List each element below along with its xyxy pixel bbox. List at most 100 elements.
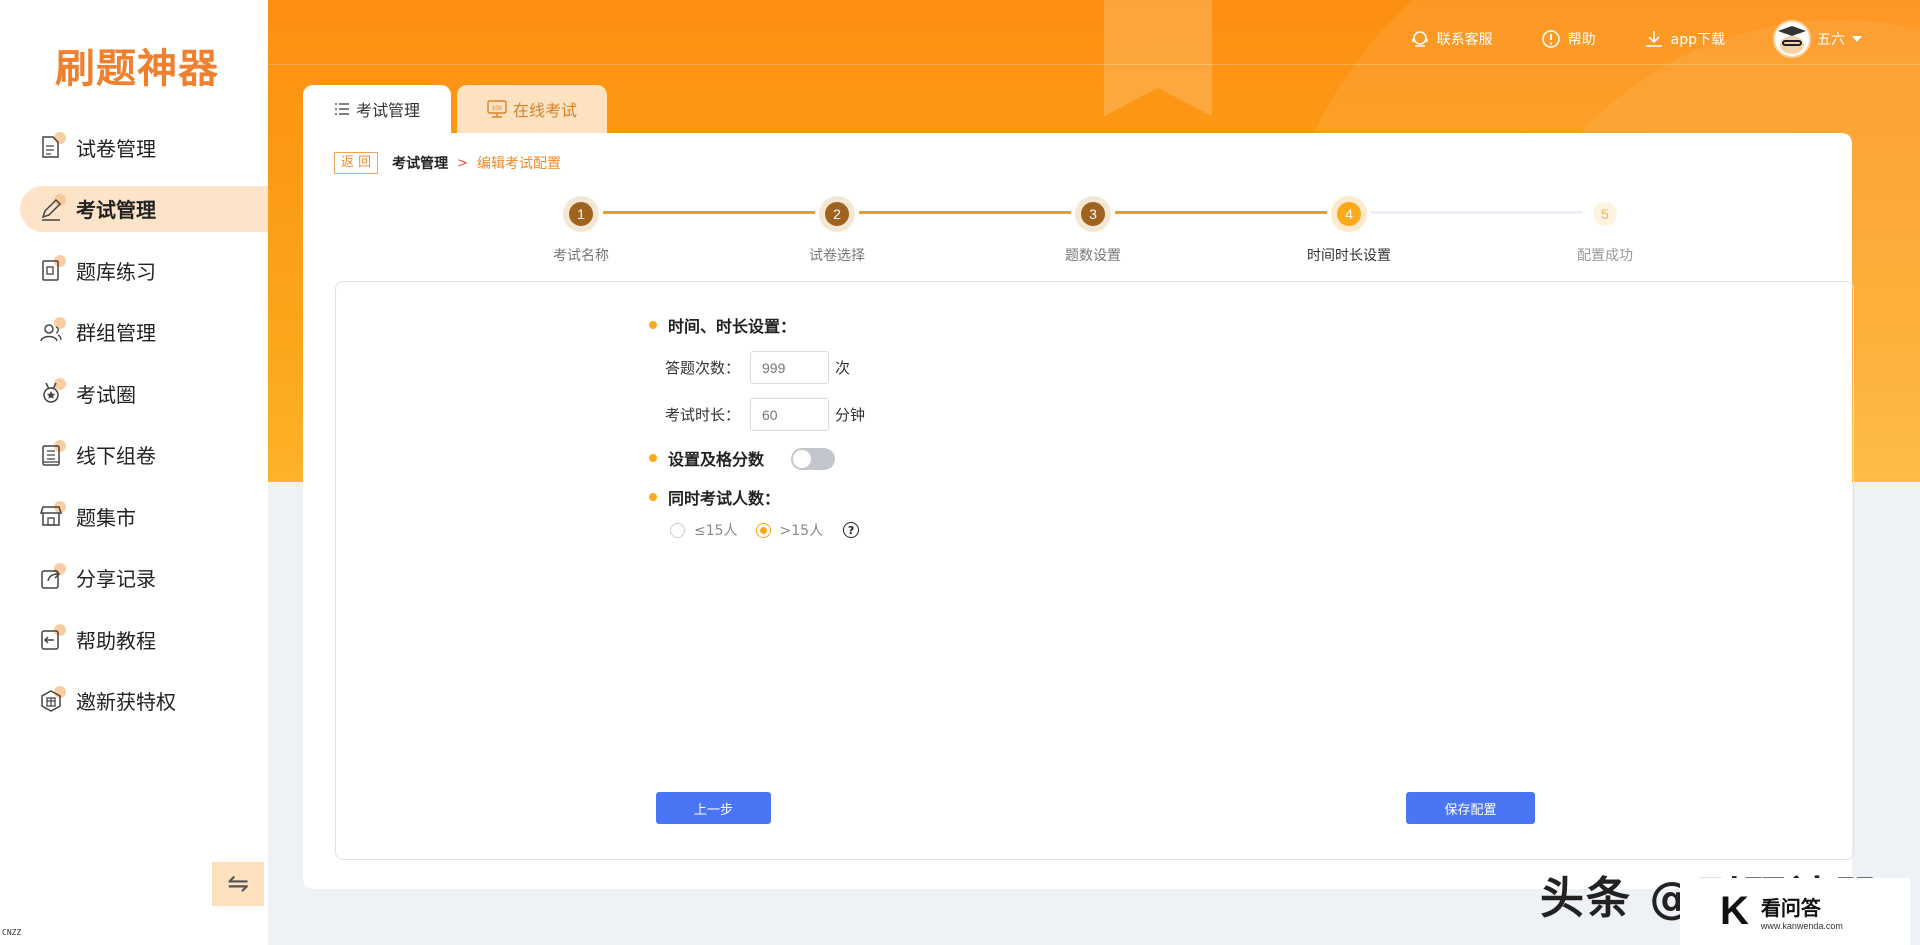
list-icon: [334, 103, 349, 115]
sidebar-item-8[interactable]: 分享记录: [0, 555, 268, 601]
concurrent-radio-group: ≤15人 >15人 ?: [670, 520, 860, 540]
contact-service-link[interactable]: 联系客服: [1410, 29, 1493, 49]
kanwenda-logo-icon: K: [1720, 889, 1749, 933]
bullet-dot: [649, 454, 657, 462]
radio-small-label: ≤15人: [694, 523, 738, 539]
question-icon[interactable]: ?: [843, 522, 860, 538]
collapse-icon: ⇋: [227, 869, 249, 899]
group-icon: [38, 316, 66, 345]
time-section-title: 时间、时长设置：: [649, 313, 796, 337]
sidebar-item-10[interactable]: 邀新获特权: [0, 678, 268, 724]
kanwenda-watermark: K 看问答 www.kanwenda.com: [1680, 878, 1910, 945]
sidebar-item-label: 题库练习: [76, 259, 156, 284]
download-icon: [1645, 31, 1662, 47]
chevron-down-icon: [1852, 36, 1862, 42]
step-connector: [1115, 211, 1327, 214]
pencil-icon: [38, 193, 66, 222]
radio-small[interactable]: ≤15人: [670, 520, 738, 540]
step-connector: [603, 211, 815, 214]
decor-ribbon: [1104, 0, 1212, 116]
config-form: 时间、时长设置： 答题次数： 次 考试时长： 分钟 设置及格分数 同时考试人数：…: [335, 281, 1854, 860]
share-icon: [38, 562, 66, 591]
step-5-circle: 5: [1587, 196, 1623, 232]
save-config-button[interactable]: 保存配置: [1406, 792, 1535, 824]
time-section-label: 时间、时长设置：: [668, 317, 797, 336]
bullet-dot: [649, 493, 657, 501]
breadcrumb: 返 回 考试管理 > 编辑考试配置: [334, 152, 561, 174]
tab-online-exam[interactable]: 100 在线考试: [457, 85, 607, 133]
sidebar-item-5[interactable]: 考试圈: [0, 370, 268, 416]
breadcrumb-current-page: 编辑考试配置: [477, 156, 562, 172]
attempts-input[interactable]: [750, 351, 829, 384]
back-button[interactable]: 返 回: [334, 152, 379, 174]
sidebar-item-1[interactable]: 试卷管理: [0, 124, 268, 170]
exclamation-icon: [1541, 30, 1560, 48]
step-number: 3: [1081, 202, 1105, 226]
step-2-label: 试卷选择: [809, 248, 865, 264]
sidebar-item-4[interactable]: 群组管理: [0, 309, 268, 355]
previous-step-button[interactable]: 上一步: [656, 792, 771, 824]
help-tutorial-icon: [38, 624, 66, 652]
sidebar: 刷题神器 试卷管理考试管理题库练习群组管理考试圈线下组卷题集市分享记录帮助教程邀…: [0, 0, 268, 945]
step-1-circle: 1: [563, 196, 599, 232]
book-icon: [38, 439, 66, 468]
sidebar-item-label: 分享记录: [76, 567, 156, 591]
pass-score-toggle[interactable]: [791, 448, 835, 470]
radio-large[interactable]: >15人: [755, 520, 824, 540]
step-4-label: 时间时长设置: [1307, 248, 1391, 264]
sidebar-nav: 试卷管理考试管理题库练习群组管理考试圈线下组卷题集市分享记录帮助教程邀新获特权: [0, 124, 268, 739]
store-icon: [38, 501, 66, 529]
step-4-circle: 4: [1331, 196, 1367, 232]
step-3-label: 题数设置: [1065, 248, 1121, 264]
gift-icon: [38, 685, 66, 714]
step-number: 4: [1337, 202, 1361, 226]
step-number: 5: [1593, 202, 1617, 226]
sidebar-item-label: 邀新获特权: [76, 690, 176, 714]
duration-label: 考试时长：: [665, 406, 741, 424]
step-3-circle: 3: [1075, 196, 1111, 232]
top-actions: 联系客服 帮助 app下载 五六: [1362, 20, 1870, 58]
kanwenda-url: www.kanwenda.com: [1760, 921, 1843, 931]
app-download-link[interactable]: app下载: [1644, 29, 1725, 49]
tab-exam-manage-label: 考试管理: [355, 101, 420, 120]
step-number: 2: [825, 202, 849, 226]
attempts-label: 答题次数：: [665, 359, 741, 377]
sidebar-item-label: 考试管理: [76, 198, 156, 222]
monitor-icon: 100: [487, 100, 507, 118]
help-label: 帮助: [1567, 32, 1596, 48]
user-menu[interactable]: 五六: [1773, 20, 1870, 58]
sidebar-item-2[interactable]: 考试管理: [20, 185, 268, 232]
help-link[interactable]: 帮助: [1541, 29, 1596, 49]
concurrent-section-title: 同时考试人数：: [649, 485, 780, 509]
duration-input[interactable]: [750, 398, 829, 431]
duration-unit: 分钟: [835, 406, 866, 424]
cnzz-badge[interactable]: CNZZ: [2, 928, 21, 937]
avatar: [1773, 20, 1811, 58]
progress-steps: 1 考试名称 2 试卷选择 3 题数设置 4 时间时长设置 5 配置成功: [303, 191, 1852, 271]
step-connector: [1371, 211, 1583, 214]
username: 五六: [1817, 32, 1845, 48]
sidebar-item-3[interactable]: 题库练习: [0, 247, 268, 293]
practice-icon: [38, 255, 66, 283]
step-2-circle: 2: [819, 196, 855, 232]
pass-score-label: 设置及格分数: [668, 450, 765, 469]
headset-icon: [1411, 31, 1428, 47]
radio-large-label: >15人: [779, 523, 824, 539]
sidebar-item-label: 线下组卷: [76, 444, 156, 468]
sidebar-item-label: 帮助教程: [76, 628, 156, 653]
sidebar-item-9[interactable]: 帮助教程: [0, 616, 268, 662]
medal-icon: [38, 378, 66, 406]
tab-online-exam-label: 在线考试: [512, 101, 577, 120]
tab-exam-manage[interactable]: 考试管理: [303, 85, 451, 133]
duration-row: 考试时长： 分钟: [665, 398, 865, 431]
sidebar-item-label: 试卷管理: [76, 136, 156, 161]
sidebar-item-6[interactable]: 线下组卷: [0, 432, 268, 478]
sidebar-item-label: 考试圈: [76, 382, 136, 407]
sidebar-item-7[interactable]: 题集市: [0, 493, 268, 539]
breadcrumb-exam-manage[interactable]: 考试管理: [392, 153, 448, 173]
step-number: 1: [569, 202, 593, 226]
pass-score-title: 设置及格分数: [649, 446, 764, 470]
attempts-unit: 次: [835, 359, 851, 377]
collapse-sidebar-button[interactable]: ⇋: [212, 862, 264, 906]
app-logo[interactable]: 刷题神器: [55, 36, 219, 94]
